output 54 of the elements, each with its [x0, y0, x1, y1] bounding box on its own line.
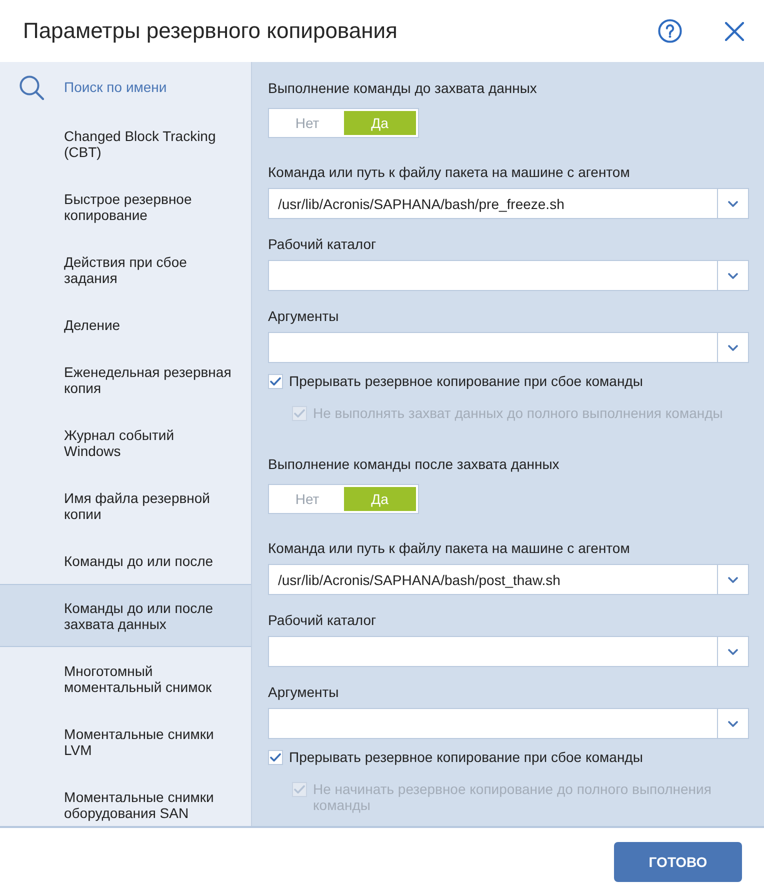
field-label: Команда или путь к файлу пакета на машине с агентом	[268, 163, 631, 182]
dropdown-button[interactable]	[718, 260, 749, 291]
dropdown-button[interactable]	[718, 636, 749, 667]
field-label: Команда или путь к файлу пакета на машине с агентом	[268, 539, 631, 558]
chevron-down-icon	[728, 272, 738, 278]
field-label: Аргументы	[268, 683, 340, 702]
checkmark-icon	[294, 784, 305, 794]
checkbox-label: Прерывать резервное копирование при сбое команды	[289, 373, 643, 389]
dialog-title: Параметры резервного копирования	[23, 17, 398, 45]
checkmark-icon	[294, 408, 305, 418]
sidebar-item[interactable]: Имя файла резервной копии	[0, 474, 251, 537]
sidebar-item[interactable]: Changed Block Tracking (CBT)	[0, 112, 251, 175]
field-label: Аргументы	[268, 307, 340, 326]
sidebar-item[interactable]: Журнал событий Windows	[0, 411, 251, 474]
search-field[interactable]: Поиск по имени	[64, 77, 224, 97]
text-field[interactable]	[268, 636, 718, 667]
text-field[interactable]: /usr/lib/Acronis/SAPHANA/bash/pre_freeze.sh	[268, 188, 718, 219]
sidebar-item[interactable]: Многотомный моментальный снимок	[0, 647, 251, 710]
checkbox[interactable]	[268, 750, 283, 764]
text-field[interactable]: /usr/lib/Acronis/SAPHANA/bash/post_thaw.sh	[268, 564, 718, 595]
done-button[interactable]: ГОТОВО	[614, 842, 742, 882]
chevron-down-icon	[728, 720, 738, 726]
help-button[interactable]	[658, 19, 682, 43]
checkbox-label: Прерывать резервное копирование при сбое команды	[289, 749, 643, 765]
text-field[interactable]	[268, 708, 718, 739]
sidebar-item[interactable]: Моментальные снимки LVM	[0, 710, 251, 773]
checkmark-icon	[270, 752, 281, 762]
dropdown-button[interactable]	[718, 332, 749, 363]
sidebar-item[interactable]: Команды до или после захвата данных	[0, 584, 251, 647]
sidebar-item[interactable]: Деление	[0, 301, 251, 348]
chevron-down-icon	[728, 648, 738, 654]
section-title: Выполнение команды после захвата данных	[268, 455, 560, 474]
field-label: Рабочий каталог	[268, 235, 378, 254]
chevron-down-icon	[728, 576, 738, 582]
field-label: Рабочий каталог	[268, 611, 378, 630]
section-title: Выполнение команды до захвата данных	[268, 79, 538, 98]
close-button[interactable]	[725, 22, 744, 40]
dropdown-button[interactable]	[718, 564, 749, 595]
close-icon	[725, 22, 744, 40]
dropdown-button[interactable]	[718, 188, 749, 219]
dropdown-button[interactable]	[718, 708, 749, 739]
checkbox[interactable]	[268, 374, 283, 388]
chevron-down-icon	[728, 344, 738, 350]
chevron-down-icon	[728, 200, 738, 206]
sidebar-item[interactable]: Команды до или после	[0, 537, 251, 584]
sidebar-item[interactable]: Еженедельная резервная копия	[0, 348, 251, 411]
sidebar-item[interactable]: Действия при сбое задания	[0, 238, 251, 301]
sidebar-item[interactable]: Моментальные снимки оборудования SAN	[0, 773, 251, 826]
text-field[interactable]	[268, 332, 718, 363]
text-field[interactable]	[268, 260, 718, 291]
search-icon	[19, 74, 44, 100]
checkmark-icon	[270, 376, 281, 386]
help-icon	[658, 19, 682, 43]
sidebar-item[interactable]: Быстрое резервное копирование	[0, 175, 251, 238]
